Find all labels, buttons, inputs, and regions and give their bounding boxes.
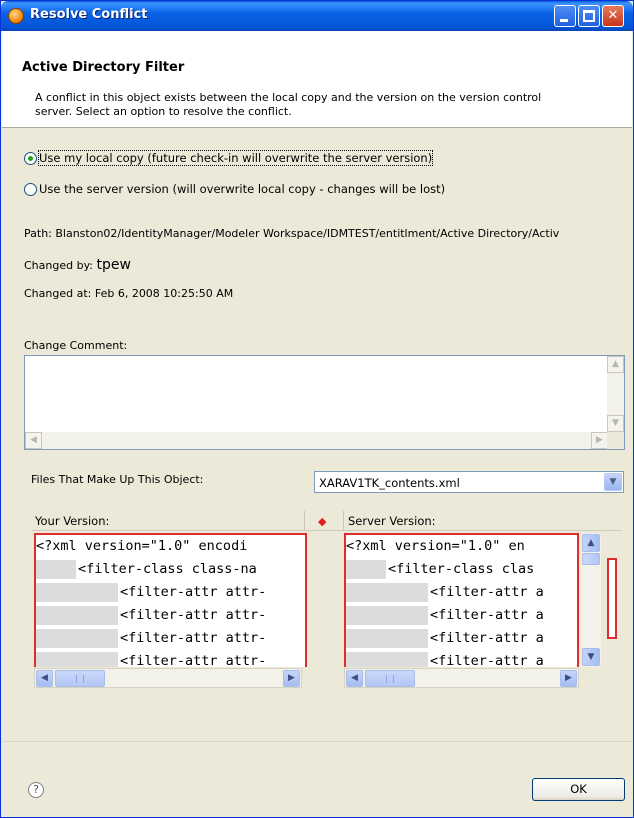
radio-server-version[interactable] — [24, 182, 37, 196]
help-icon[interactable]: ? — [28, 782, 44, 798]
changed-by-label: Changed by: — [24, 259, 93, 272]
indent-block — [36, 628, 118, 648]
change-comment-textarea[interactable]: ▲ ▼ ◀ ▶ — [24, 355, 625, 450]
server-version-pane[interactable]: <?xml version="1.0" en <filter-class cla… — [344, 533, 579, 667]
option-server-version-label[interactable]: Use the server version (will overwrite l… — [39, 182, 445, 196]
code-line: <filter-attr a — [346, 604, 577, 627]
diff-overview-ruler[interactable] — [607, 558, 617, 639]
code-line: <filter-attr attr- — [36, 650, 305, 667]
code-line: <?xml version="1.0" en — [346, 535, 577, 558]
minimize-button[interactable] — [554, 5, 576, 27]
scrollbar-corner — [607, 432, 624, 449]
option-local-copy-label[interactable]: Use my local copy (future check-in will … — [37, 150, 434, 166]
indent-block — [346, 628, 428, 648]
indent-block — [36, 559, 76, 579]
indent-block — [36, 582, 118, 602]
indent-block — [346, 605, 428, 625]
changed-by-row: Changed by: tpew — [24, 257, 131, 273]
scroll-thumb[interactable] — [55, 670, 105, 687]
object-title: Active Directory Filter — [22, 60, 185, 75]
code-line: <filter-class clas — [346, 558, 577, 581]
diff-gutter-header: ◆ — [304, 511, 344, 531]
code-text: <filter-attr attr- — [120, 584, 267, 600]
code-text: <filter-attr a — [430, 653, 544, 667]
code-text: <?xml version="1.0" en — [346, 538, 525, 554]
code-text: <filter-attr a — [430, 607, 544, 623]
files-dropdown[interactable]: XARAV1TK_contents.xml ▼ — [314, 471, 624, 493]
your-version-pane[interactable]: <?xml version="1.0" encodi <filter-class… — [34, 533, 307, 667]
your-version-horizontal-scrollbar[interactable]: ◀ ▶ — [34, 668, 302, 688]
option-local-copy[interactable]: Use my local copy (future check-in will … — [24, 150, 434, 166]
option-server-version[interactable]: Use the server version (will overwrite l… — [24, 182, 445, 196]
path-text: Path: Blanston02/IdentityManager/Modeler… — [24, 227, 560, 240]
chevron-down-icon[interactable]: ▼ — [604, 473, 622, 491]
app-icon — [8, 8, 24, 24]
code-text: <filter-class clas — [388, 561, 535, 577]
scroll-right-icon[interactable]: ▶ — [560, 670, 577, 687]
scroll-left-icon[interactable]: ◀ — [346, 670, 363, 687]
scroll-down-icon[interactable]: ▼ — [582, 648, 600, 666]
radio-local-copy[interactable] — [24, 151, 37, 165]
server-version-horizontal-scrollbar[interactable]: ◀ ▶ — [344, 668, 579, 688]
window-title: Resolve Conflict — [30, 7, 148, 22]
code-line: <filter-class class-na — [36, 558, 305, 581]
close-button[interactable]: ✕ — [602, 5, 624, 27]
scroll-up-icon[interactable]: ▲ — [582, 534, 600, 552]
indent-block — [346, 651, 428, 667]
files-label: Files That Make Up This Object: — [31, 473, 204, 486]
code-line: <filter-attr a — [346, 650, 577, 667]
scroll-right-icon[interactable]: ▶ — [591, 432, 608, 449]
indent-block — [346, 559, 386, 579]
code-text: <filter-attr attr- — [120, 607, 267, 623]
scroll-right-icon[interactable]: ▶ — [283, 670, 300, 687]
indent-block — [36, 651, 118, 667]
code-line: <filter-attr attr- — [36, 581, 305, 604]
code-text: <filter-attr a — [430, 630, 544, 646]
code-line: <?xml version="1.0" encodi — [36, 535, 305, 558]
server-version-vertical-scrollbar[interactable]: ▲ ▼ — [581, 533, 601, 667]
server-version-header: Server Version: — [344, 511, 622, 531]
indent-block — [36, 605, 118, 625]
indent-block — [346, 582, 428, 602]
diff-marker-icon[interactable]: ◆ — [318, 515, 326, 528]
title-bar[interactable]: Resolve Conflict ✕ — [1, 1, 633, 31]
your-version-header: Your Version: — [31, 511, 304, 531]
code-line: <filter-attr a — [346, 627, 577, 650]
resolve-conflict-dialog: Resolve Conflict ✕ Active Directory Filt… — [0, 0, 634, 818]
code-line: <filter-attr a — [346, 581, 577, 604]
code-text: <filter-attr attr- — [120, 653, 267, 667]
code-text: <filter-attr attr- — [120, 630, 267, 646]
dialog-header: Active Directory Filter A conflict in th… — [2, 31, 632, 128]
scroll-left-icon[interactable]: ◀ — [25, 432, 42, 449]
scroll-left-icon[interactable]: ◀ — [36, 670, 53, 687]
changed-by-value: tpew — [96, 257, 131, 273]
code-text: <?xml version="1.0" encodi — [36, 538, 248, 554]
scroll-down-icon[interactable]: ▼ — [607, 415, 624, 432]
footer-divider — [2, 741, 632, 742]
files-dropdown-value: XARAV1TK_contents.xml — [319, 476, 460, 490]
grip-icon — [76, 675, 84, 683]
code-line: <filter-attr attr- — [36, 627, 305, 650]
maximize-icon — [583, 10, 595, 22]
change-comment-label: Change Comment: — [24, 339, 128, 352]
minimize-icon — [560, 19, 568, 22]
grip-icon — [386, 675, 394, 683]
scroll-up-icon[interactable]: ▲ — [607, 356, 624, 373]
scroll-thumb[interactable] — [582, 553, 600, 565]
code-text: <filter-class class-na — [78, 561, 257, 577]
code-line: <filter-attr attr- — [36, 604, 305, 627]
close-icon: ✕ — [607, 8, 619, 23]
comment-vertical-scrollbar[interactable]: ▲ ▼ — [607, 356, 624, 432]
changed-at-text: Changed at: Feb 6, 2008 10:25:50 AM — [24, 287, 234, 300]
scroll-thumb[interactable] — [365, 670, 415, 687]
code-text: <filter-attr a — [430, 584, 544, 600]
comment-horizontal-scrollbar[interactable]: ◀ ▶ — [25, 432, 608, 449]
conflict-description: A conflict in this object exists between… — [35, 91, 542, 118]
maximize-button[interactable] — [578, 5, 600, 27]
ok-button[interactable]: OK — [532, 778, 625, 801]
